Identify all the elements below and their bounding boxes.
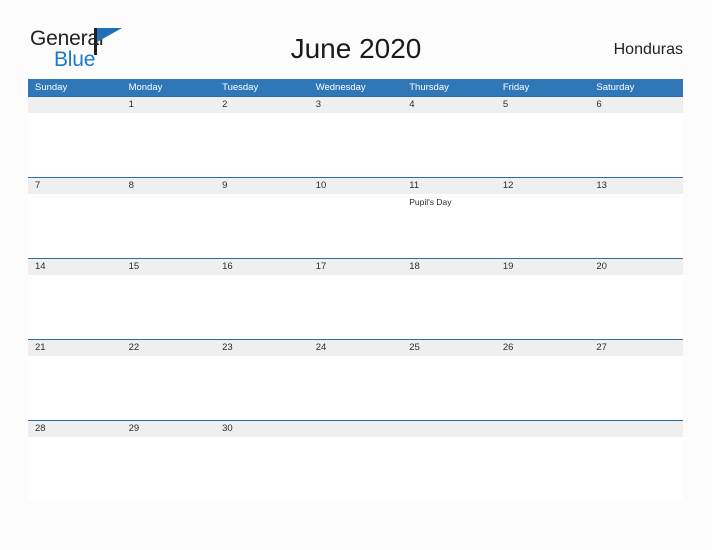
day-cell[interactable] bbox=[28, 275, 122, 339]
day-cell[interactable] bbox=[122, 356, 216, 420]
day-cell[interactable] bbox=[496, 437, 590, 501]
day-cell[interactable] bbox=[402, 356, 496, 420]
date-number[interactable]: 16 bbox=[215, 259, 309, 275]
day-cell[interactable] bbox=[28, 356, 122, 420]
day-cell[interactable] bbox=[589, 113, 683, 177]
day-cell[interactable] bbox=[28, 437, 122, 501]
date-number[interactable]: 5 bbox=[496, 97, 590, 113]
day-cell[interactable] bbox=[215, 113, 309, 177]
day-cell[interactable] bbox=[309, 194, 403, 258]
event-band bbox=[28, 113, 683, 177]
day-cell[interactable] bbox=[215, 275, 309, 339]
date-number[interactable]: 25 bbox=[402, 340, 496, 356]
date-number[interactable]: 9 bbox=[215, 178, 309, 194]
date-number[interactable]: 3 bbox=[309, 97, 403, 113]
day-cell[interactable] bbox=[589, 275, 683, 339]
event-label: Pupil's Day bbox=[409, 197, 452, 207]
date-number-band: 7 8 9 10 11 12 13 bbox=[28, 177, 683, 194]
day-cell[interactable]: Pupil's Day bbox=[402, 194, 496, 258]
calendar-week-row: 1 2 3 4 5 6 bbox=[28, 96, 683, 177]
date-number[interactable]: 27 bbox=[589, 340, 683, 356]
page-header: General Blue June 2020 Honduras bbox=[0, 0, 712, 78]
day-cell[interactable] bbox=[496, 356, 590, 420]
date-number[interactable]: 1 bbox=[122, 97, 216, 113]
date-number[interactable]: 7 bbox=[28, 178, 122, 194]
day-cell[interactable] bbox=[215, 356, 309, 420]
calendar-week-row: 7 8 9 10 11 12 13 Pupil's Day bbox=[28, 177, 683, 258]
date-number[interactable] bbox=[309, 421, 403, 437]
calendar-week-row: 14 15 16 17 18 19 20 bbox=[28, 258, 683, 339]
date-number[interactable] bbox=[28, 97, 122, 113]
day-cell[interactable] bbox=[309, 275, 403, 339]
day-cell[interactable] bbox=[309, 113, 403, 177]
date-number[interactable]: 4 bbox=[402, 97, 496, 113]
event-band bbox=[28, 437, 683, 501]
date-number[interactable]: 17 bbox=[309, 259, 403, 275]
date-number[interactable]: 14 bbox=[28, 259, 122, 275]
date-number-band: 1 2 3 4 5 6 bbox=[28, 96, 683, 113]
date-number[interactable]: 13 bbox=[589, 178, 683, 194]
day-cell[interactable] bbox=[215, 194, 309, 258]
calendar-week-row: 28 29 30 bbox=[28, 420, 683, 501]
day-cell[interactable] bbox=[309, 356, 403, 420]
day-cell[interactable] bbox=[122, 275, 216, 339]
day-cell[interactable] bbox=[122, 437, 216, 501]
event-band: Pupil's Day bbox=[28, 194, 683, 258]
weekday-header-sunday: Sunday bbox=[35, 82, 68, 93]
event-band bbox=[28, 275, 683, 339]
calendar-week-row: 21 22 23 24 25 26 27 bbox=[28, 339, 683, 420]
date-number[interactable]: 30 bbox=[215, 421, 309, 437]
date-number[interactable]: 28 bbox=[28, 421, 122, 437]
date-number-band: 14 15 16 17 18 19 20 bbox=[28, 258, 683, 275]
date-number[interactable]: 11 bbox=[402, 178, 496, 194]
weekday-header-wednesday: Wednesday bbox=[315, 82, 366, 93]
calendar-table: Sunday Monday Tuesday Wednesday Thursday… bbox=[28, 79, 683, 501]
weekday-header-friday: Friday bbox=[502, 82, 530, 93]
event-band bbox=[28, 356, 683, 420]
day-cell[interactable] bbox=[589, 437, 683, 501]
day-cell[interactable] bbox=[496, 194, 590, 258]
day-cell[interactable] bbox=[309, 437, 403, 501]
date-number[interactable] bbox=[589, 421, 683, 437]
day-cell[interactable] bbox=[402, 275, 496, 339]
day-cell[interactable] bbox=[402, 437, 496, 501]
weekday-header-saturday: Saturday bbox=[596, 82, 635, 93]
date-number[interactable]: 19 bbox=[496, 259, 590, 275]
date-number[interactable]: 29 bbox=[122, 421, 216, 437]
date-number[interactable]: 26 bbox=[496, 340, 590, 356]
page-title: June 2020 bbox=[290, 33, 422, 64]
day-cell[interactable] bbox=[496, 113, 590, 177]
date-number[interactable]: 2 bbox=[215, 97, 309, 113]
date-number[interactable]: 15 bbox=[122, 259, 216, 275]
date-number[interactable]: 23 bbox=[215, 340, 309, 356]
weekday-header-thursday: Thursday bbox=[409, 82, 449, 93]
date-number-band: 21 22 23 24 25 26 27 bbox=[28, 339, 683, 356]
day-cell[interactable] bbox=[28, 194, 122, 258]
day-cell[interactable] bbox=[215, 437, 309, 501]
day-cell[interactable] bbox=[589, 194, 683, 258]
date-number[interactable]: 22 bbox=[122, 340, 216, 356]
date-number[interactable]: 8 bbox=[122, 178, 216, 194]
day-cell[interactable] bbox=[589, 356, 683, 420]
weekday-header-row: Sunday Monday Tuesday Wednesday Thursday… bbox=[28, 79, 683, 96]
day-cell[interactable] bbox=[28, 113, 122, 177]
date-number[interactable]: 12 bbox=[496, 178, 590, 194]
day-cell[interactable] bbox=[402, 113, 496, 177]
date-number-band: 28 29 30 bbox=[28, 420, 683, 437]
date-number[interactable] bbox=[496, 421, 590, 437]
weekday-header-monday: Monday bbox=[128, 82, 163, 93]
date-number[interactable]: 20 bbox=[589, 259, 683, 275]
date-number[interactable]: 10 bbox=[309, 178, 403, 194]
date-number[interactable]: 21 bbox=[28, 340, 122, 356]
day-cell[interactable] bbox=[496, 275, 590, 339]
country-label: Honduras bbox=[613, 41, 683, 58]
date-number[interactable]: 18 bbox=[402, 259, 496, 275]
weekday-header-tuesday: Tuesday bbox=[222, 82, 259, 93]
date-number[interactable] bbox=[402, 421, 496, 437]
date-number[interactable]: 6 bbox=[589, 97, 683, 113]
day-cell[interactable] bbox=[122, 194, 216, 258]
day-cell[interactable] bbox=[122, 113, 216, 177]
date-number[interactable]: 24 bbox=[309, 340, 403, 356]
